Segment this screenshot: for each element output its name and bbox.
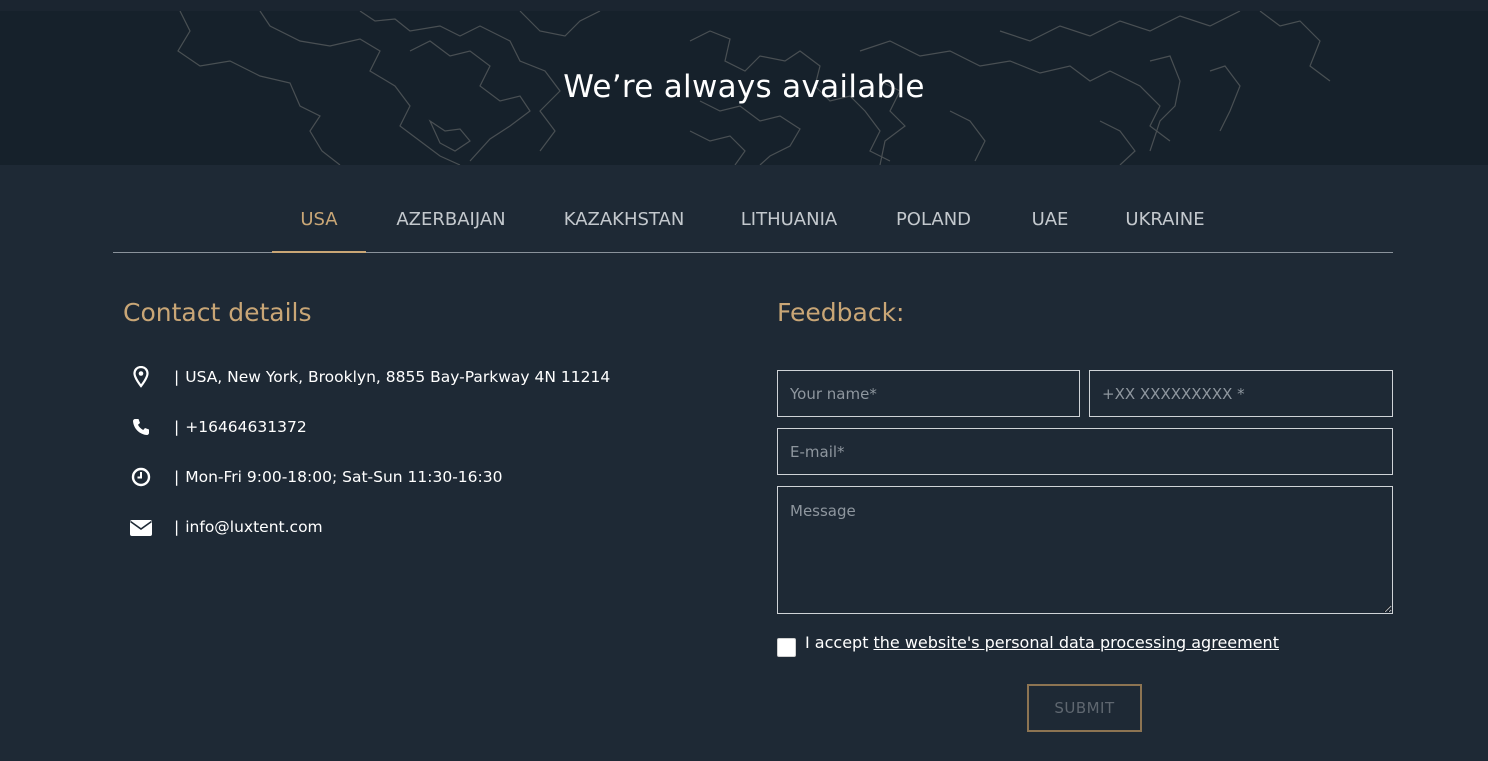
email-text[interactable]: info@luxtent.com	[185, 518, 322, 536]
submit-button[interactable]: SUBMIT	[1027, 684, 1142, 732]
phone-icon	[127, 414, 155, 440]
email-field[interactable]	[777, 428, 1393, 475]
separator: |	[174, 518, 180, 536]
clock-icon	[127, 464, 155, 490]
page-title: We’re always available	[563, 69, 925, 105]
name-field[interactable]	[777, 370, 1080, 417]
tab-usa[interactable]: USA	[272, 196, 366, 253]
contact-phone: | +16464631372	[127, 414, 307, 440]
consent-checkbox[interactable]	[777, 638, 796, 657]
feedback-heading: Feedback:	[777, 298, 905, 327]
tab-uae[interactable]: UAE	[1023, 196, 1077, 253]
envelope-icon	[127, 514, 155, 540]
tab-poland[interactable]: POLAND	[883, 196, 984, 253]
separator: |	[174, 368, 180, 386]
agreement-link[interactable]: the website's personal data processing a…	[873, 633, 1278, 652]
tab-kazakhstan[interactable]: KAZAKHSTAN	[556, 196, 692, 253]
consent-text: I accept	[805, 633, 869, 652]
contact-address: | USA, New York, Brooklyn, 8855 Bay-Park…	[127, 364, 610, 390]
hours-text: Mon-Fri 9:00-18:00; Sat-Sun 11:30-16:30	[185, 468, 503, 486]
country-tabs: USA AZERBAIJAN KAZAKHSTAN LITHUANIA POLA…	[113, 196, 1393, 253]
top-strip	[0, 0, 1488, 11]
message-field[interactable]	[777, 486, 1393, 614]
separator: |	[174, 468, 180, 486]
consent-row: I accept the website's personal data pro…	[777, 633, 1279, 657]
contact-email: | info@luxtent.com	[127, 514, 323, 540]
map-pin-icon	[127, 364, 155, 390]
hero-banner: We’re always available	[0, 11, 1488, 165]
separator: |	[174, 418, 180, 436]
phone-text[interactable]: +16464631372	[185, 418, 306, 436]
phone-field[interactable]	[1089, 370, 1393, 417]
address-text: USA, New York, Brooklyn, 8855 Bay-Parkwa…	[185, 368, 611, 386]
tab-azerbaijan[interactable]: AZERBAIJAN	[385, 196, 517, 253]
contact-hours: | Mon-Fri 9:00-18:00; Sat-Sun 11:30-16:3…	[127, 464, 502, 490]
tab-lithuania[interactable]: LITHUANIA	[734, 196, 844, 253]
tab-ukraine[interactable]: UKRAINE	[1115, 196, 1215, 253]
contact-details-heading: Contact details	[123, 298, 312, 327]
